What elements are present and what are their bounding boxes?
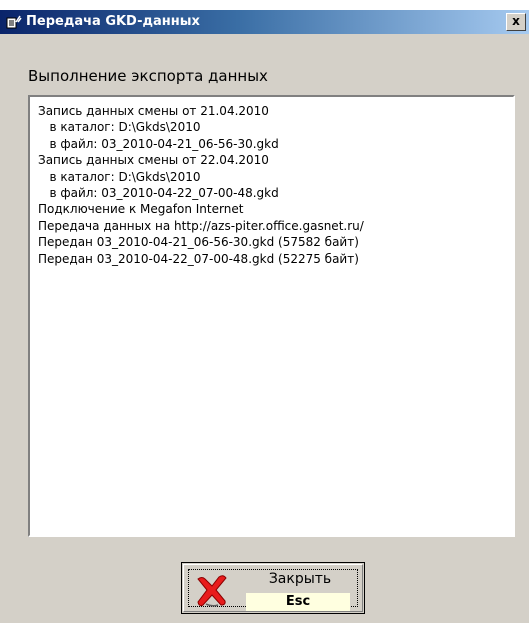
log-line: в каталог: D:\Gkds\2010: [38, 169, 201, 184]
log-line: Подключение к Megafon Internet: [38, 202, 244, 217]
log-line: Запись данных смены от 22.04.2010: [38, 153, 269, 168]
red-x-icon: [197, 575, 227, 607]
close-button-label: Закрыть: [268, 571, 332, 587]
close-shortcut-label: Esc: [246, 593, 350, 611]
export-log[interactable]: Запись данных смены от 21.04.2010 в ката…: [28, 95, 515, 537]
dialog-window: Передача GKD-данных x Выполнение экспорт…: [0, 10, 529, 623]
log-line: в файл: 03_2010-04-21_06-56-30.gkd: [38, 136, 279, 151]
window-close-button[interactable]: x: [506, 13, 526, 31]
close-button[interactable]: Закрыть Esc: [181, 562, 365, 614]
window-title: Передача GKD-данных: [26, 14, 200, 29]
log-line: Передача данных на http://azs-piter.offi…: [38, 218, 364, 233]
log-line: Передан 03_2010-04-21_06-56-30.gkd (5758…: [38, 235, 359, 250]
log-line: Запись данных смены от 21.04.2010: [38, 104, 269, 118]
title-bar[interactable]: Передача GKD-данных x: [0, 10, 529, 34]
log-line: в файл: 03_2010-04-22_07-00-48.gkd: [38, 186, 279, 201]
export-status-heading: Выполнение экспорта данных: [28, 67, 268, 85]
app-icon: [6, 15, 22, 29]
log-line: Передан 03_2010-04-22_07-00-48.gkd (5227…: [38, 251, 359, 266]
log-line: в каталог: D:\Gkds\2010: [38, 120, 201, 135]
